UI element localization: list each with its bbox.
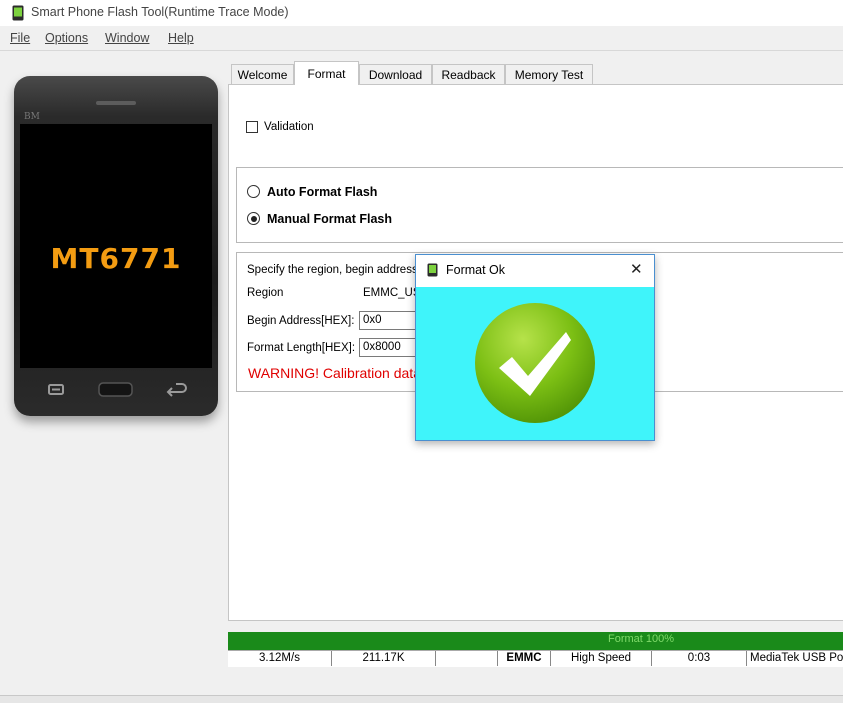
manual-format-label: Manual Format Flash bbox=[267, 212, 393, 226]
format-length-input[interactable]: 0x8000 bbox=[359, 338, 419, 357]
tab-download[interactable]: Download bbox=[359, 64, 432, 84]
checkmark-icon bbox=[474, 302, 596, 427]
begin-address-label: Begin Address[HEX]: bbox=[247, 315, 355, 327]
warning-text: WARNING! Calibration data i bbox=[248, 365, 428, 381]
dialog-title: Format Ok bbox=[446, 263, 506, 277]
tab-readback[interactable]: Readback bbox=[432, 64, 505, 84]
auto-format-radio[interactable] bbox=[247, 185, 260, 198]
home-icon bbox=[98, 381, 134, 399]
tab-memory-test[interactable]: Memory Test bbox=[505, 64, 593, 84]
phone-brand: BM bbox=[24, 112, 40, 122]
menu-window[interactable]: Window bbox=[105, 31, 149, 45]
menu-bar: File Options Window Help bbox=[0, 28, 843, 50]
status-port: MediaTek USB Port bbox=[750, 652, 843, 664]
status-storage: EMMC bbox=[498, 651, 551, 666]
menu-help[interactable]: Help bbox=[168, 31, 194, 45]
phone-model: MT6771 bbox=[50, 242, 182, 275]
format-mode-group bbox=[236, 167, 843, 243]
status-usb-speed: High Speed bbox=[551, 651, 652, 666]
progress-label: Format 100% bbox=[607, 633, 675, 645]
dialog-app-icon bbox=[427, 263, 438, 280]
region-select[interactable]: EMMC_USE bbox=[359, 284, 428, 303]
validation-checkbox[interactable] bbox=[246, 121, 258, 133]
status-time: 0:03 bbox=[652, 651, 747, 666]
manual-format-radio[interactable] bbox=[247, 212, 260, 225]
menu-file[interactable]: File bbox=[10, 31, 30, 45]
begin-address-input[interactable]: 0x0 bbox=[359, 311, 419, 330]
auto-format-label: Auto Format Flash bbox=[267, 185, 378, 199]
window-title: Smart Phone Flash Tool(Runtime Trace Mod… bbox=[31, 5, 289, 19]
tab-format[interactable]: Format bbox=[294, 61, 359, 85]
validation-label: Validation bbox=[264, 121, 314, 133]
format-ok-dialog: Format Ok ✕ bbox=[415, 254, 655, 441]
region-label: Region bbox=[247, 287, 284, 299]
tab-welcome[interactable]: Welcome bbox=[231, 64, 294, 84]
status-blank bbox=[436, 651, 498, 666]
status-size: 211.17K bbox=[332, 651, 436, 666]
back-icon bbox=[164, 381, 190, 399]
phone-speaker bbox=[96, 101, 136, 105]
menu-options[interactable]: Options bbox=[45, 31, 88, 45]
status-speed: 3.12M/s bbox=[228, 651, 332, 666]
close-icon[interactable]: ✕ bbox=[630, 260, 643, 278]
menu-icon bbox=[46, 381, 68, 399]
instruction-text: Specify the region, begin address bbox=[247, 264, 418, 276]
format-length-label: Format Length[HEX]: bbox=[247, 342, 356, 354]
app-icon bbox=[12, 5, 24, 21]
divider bbox=[0, 50, 843, 51]
